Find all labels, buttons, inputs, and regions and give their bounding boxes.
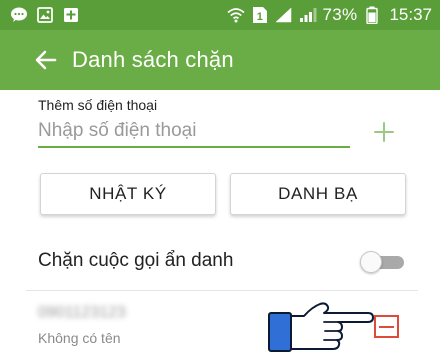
sim-1-icon: 1 [251, 7, 269, 23]
status-bar: 1 73% 15:37 [0, 0, 440, 30]
call-log-button[interactable]: NHẬT KÝ [40, 173, 216, 215]
page-title: Danh sách chặn [72, 47, 234, 72]
back-button[interactable] [26, 40, 66, 80]
toggle-thumb [360, 251, 382, 273]
wifi-icon [226, 7, 245, 23]
contacts-button[interactable]: DANH BẠ [230, 173, 406, 215]
svg-text:1: 1 [256, 11, 262, 23]
remove-blocked-button[interactable] [374, 315, 399, 338]
back-arrow-icon [35, 50, 57, 70]
chat-icon [10, 7, 28, 23]
blocked-contact-name: Không có tên [38, 330, 121, 346]
signal-bars-icon [299, 7, 317, 23]
block-anonymous-toggle[interactable] [360, 251, 404, 273]
news-icon [62, 7, 80, 23]
phone-number-input[interactable] [38, 115, 350, 148]
add-number-button[interactable] [370, 118, 398, 146]
divider [26, 290, 418, 291]
clock: 15:37 [389, 5, 432, 24]
status-bar-right: 1 73% 15:37 [226, 5, 432, 25]
battery-percent: 73% [322, 5, 358, 24]
add-number-label: Thêm số điện thoại [38, 97, 158, 113]
plus-icon [374, 122, 394, 142]
blocked-number: 0901123123 [38, 304, 126, 321]
signal-strength-icon [274, 7, 293, 23]
image-icon [36, 7, 54, 23]
status-bar-left [10, 7, 80, 23]
minus-icon [379, 325, 394, 328]
pointing-hand-icon [268, 302, 374, 352]
app-bar: Danh sách chặn [0, 30, 440, 90]
battery-icon [363, 6, 381, 24]
block-anonymous-label: Chặn cuộc gọi ẩn danh [38, 250, 234, 271]
